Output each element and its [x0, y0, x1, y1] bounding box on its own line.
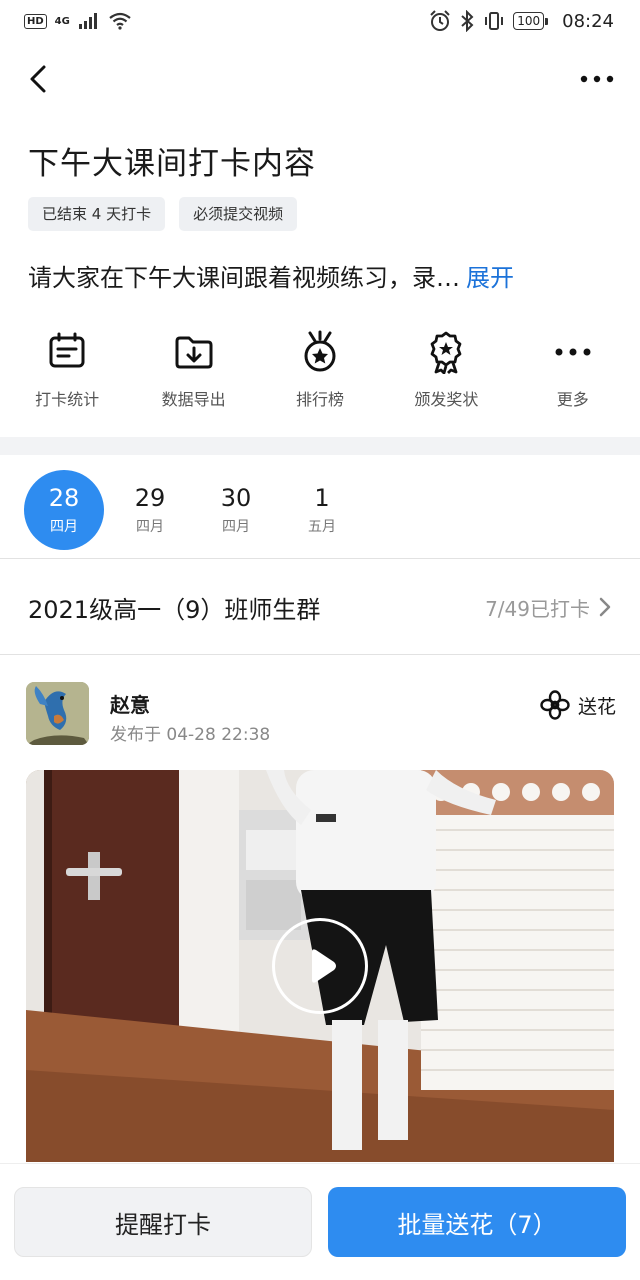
checkin-count-text: 7/49已打卡: [485, 596, 590, 621]
tag-list: 已结束 4 天打卡 必须提交视频: [28, 197, 298, 231]
vibrate-icon: [485, 12, 504, 30]
nav-bar: [0, 50, 640, 110]
battery-indicator: 100: [513, 12, 549, 30]
action-label: 颁发奖状: [414, 390, 479, 409]
section-separator: [0, 437, 640, 455]
action-label: 打卡统计: [35, 390, 100, 409]
bird-avatar-image: [26, 682, 89, 745]
date-month: 五月: [308, 519, 336, 535]
date-day: 28: [48, 484, 80, 512]
post-author[interactable]: 赵意: [110, 689, 150, 718]
divider: [0, 558, 640, 559]
date-item[interactable]: 29 四月: [110, 470, 190, 550]
description: 请大家在下午大课间跟着视频练习，录… 展开: [28, 258, 618, 293]
date-month: 四月: [222, 519, 250, 535]
action-label: 数据导出: [161, 390, 226, 409]
signal-icon: [78, 13, 97, 29]
clock: 08:24: [562, 10, 614, 32]
page-title: 下午大课间打卡内容: [28, 146, 316, 182]
network-type: 4G: [54, 15, 70, 27]
date-day: 30: [220, 484, 252, 512]
action-label: 排行榜: [295, 390, 344, 409]
action-checkin-stats[interactable]: 打卡统计: [7, 330, 127, 410]
avatar[interactable]: [26, 682, 89, 745]
date-month: 四月: [136, 519, 164, 535]
back-button[interactable]: [22, 60, 62, 100]
medal-star-icon: [304, 330, 336, 372]
date-item-active[interactable]: 28 四月: [24, 470, 104, 550]
send-flower-button[interactable]: 送花: [540, 690, 616, 720]
date-selector: 28 四月 29 四月 30 四月 1 五月: [24, 470, 368, 550]
more-horizontal-icon: [580, 75, 614, 83]
action-label: 更多: [556, 390, 589, 409]
checkin-count: 7/49已打卡: [485, 593, 612, 622]
post-timestamp: 发布于 04-28 22:38: [110, 725, 271, 745]
action-data-export[interactable]: 数据导出: [134, 330, 254, 410]
chevron-right-icon: [599, 597, 611, 617]
video-player[interactable]: [26, 770, 614, 1162]
play-icon: [312, 949, 336, 983]
calendar-card-icon: [49, 332, 85, 368]
batch-send-flowers-button[interactable]: 批量送花（7）: [328, 1187, 626, 1257]
folder-download-icon: [175, 336, 213, 369]
wifi-icon: [109, 12, 131, 30]
status-bar: HD 4G 100 08:24: [0, 0, 640, 42]
date-item[interactable]: 1 五月: [282, 470, 362, 550]
action-more[interactable]: 更多: [513, 330, 633, 410]
post-header: 赵意 发布于 04-28 22:38 送花: [26, 682, 616, 746]
bottom-action-bar: 提醒打卡 批量送花（7）: [0, 1163, 640, 1280]
date-item[interactable]: 30 四月: [196, 470, 276, 550]
more-menu-button[interactable]: [578, 60, 618, 100]
requirement-tag: 必须提交视频: [179, 197, 298, 231]
expand-link[interactable]: 展开: [466, 258, 514, 293]
action-issue-certificate[interactable]: 颁发奖状: [386, 330, 506, 410]
play-button[interactable]: [272, 918, 368, 1014]
chevron-left-icon: [30, 65, 46, 93]
group-name: 2021级高一（9）班师生群: [28, 595, 321, 624]
hd-indicator: HD: [24, 13, 47, 29]
description-text: 请大家在下午大课间跟着视频练习，录…: [28, 264, 460, 292]
status-tag: 已结束 4 天打卡: [28, 197, 166, 231]
alarm-icon: [430, 10, 450, 31]
action-leaderboard[interactable]: 排行榜: [260, 330, 380, 410]
award-ribbon-icon: [430, 331, 462, 374]
flower-icon: [540, 690, 570, 720]
bluetooth-icon: [461, 10, 474, 32]
date-month: 四月: [50, 519, 78, 535]
action-toolbar: 打卡统计 数据导出 排行榜 颁发奖状 更多: [0, 330, 640, 410]
group-checkin-row[interactable]: 2021级高一（9）班师生群 7/49已打卡: [0, 560, 640, 654]
divider: [0, 654, 640, 655]
send-flower-label: 送花: [577, 695, 616, 718]
more-dots-icon: [555, 348, 591, 356]
remind-checkin-button[interactable]: 提醒打卡: [14, 1187, 312, 1257]
date-day: 29: [134, 484, 166, 512]
date-day: 1: [314, 484, 330, 512]
